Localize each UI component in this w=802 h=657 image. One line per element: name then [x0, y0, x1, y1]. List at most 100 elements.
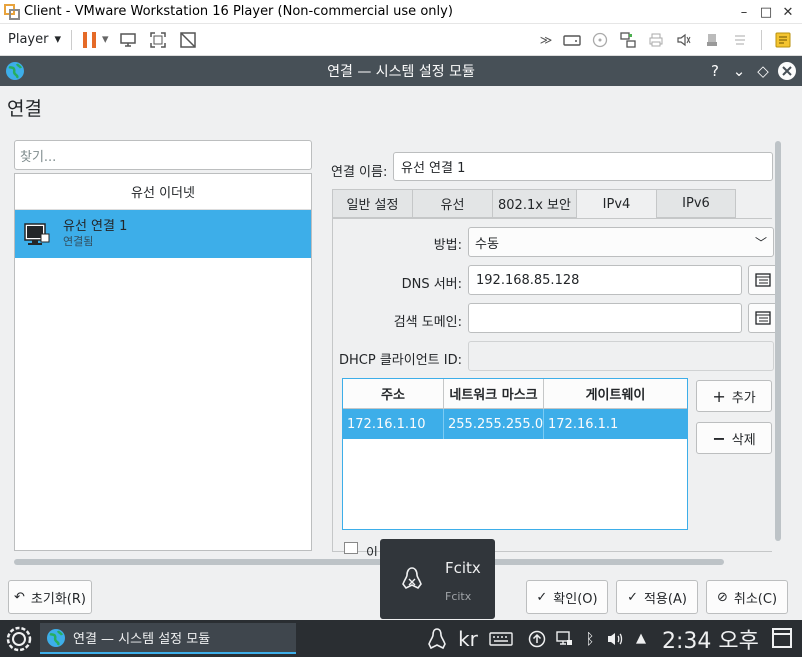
- tab-ipv6[interactable]: IPv6: [656, 189, 736, 218]
- gateway-cell[interactable]: 172.16.1.1: [544, 409, 687, 439]
- search-domains-field[interactable]: [468, 303, 742, 333]
- taskbar: 연결 — 시스템 설정 모듈 kr ᛒ ▲ 2:34 오후: [0, 620, 802, 657]
- close-icon[interactable]: [775, 56, 799, 86]
- column-header-netmask[interactable]: 네트워크 마스크: [444, 379, 544, 408]
- netmask-cell[interactable]: 255.255.255.0: [444, 409, 544, 439]
- apply-button[interactable]: ✓ 적용(A): [616, 580, 698, 614]
- edit-search-domains-button[interactable]: [748, 303, 778, 333]
- dns-server-label: DNS 서버:: [401, 277, 462, 292]
- edit-dns-list-button[interactable]: [748, 265, 778, 295]
- vmware-toolbar: Player ▾ ▾ ≫: [0, 24, 802, 56]
- chevron-down-icon: ▾: [54, 32, 61, 47]
- update-icon[interactable]: [525, 620, 549, 657]
- list-edit-icon: [755, 273, 771, 287]
- tab-8021x-security[interactable]: 802.1x 보안: [492, 189, 576, 218]
- application-launcher-icon[interactable]: [4, 624, 34, 654]
- fcitx-subtitle: Fcitx: [445, 590, 472, 603]
- toolbar-divider: [761, 29, 762, 50]
- connection-search-input[interactable]: 찾기...: [14, 140, 312, 170]
- method-select[interactable]: 수동 ﹀: [468, 227, 774, 257]
- send-ctrl-alt-del-icon[interactable]: [117, 29, 139, 51]
- method-value: 수동: [475, 236, 499, 252]
- printer-icon[interactable]: [645, 29, 667, 51]
- close-icon[interactable]: ✕: [774, 0, 802, 24]
- bluetooth-icon[interactable]: ᛒ: [580, 620, 600, 657]
- list-edit-icon: [755, 311, 771, 325]
- add-address-button[interactable]: + 추가: [696, 380, 772, 412]
- cancel-icon: ⊘: [716, 589, 728, 605]
- add-button-label: 추가: [731, 390, 756, 406]
- horizontal-scrollbar[interactable]: [14, 559, 724, 565]
- taskbar-task-system-settings[interactable]: 연결 — 시스템 설정 모듈: [40, 623, 296, 654]
- search-domains-label: 검색 도메인:: [393, 315, 462, 330]
- connection-list-item[interactable]: 유선 연결 1 연결됨: [15, 210, 311, 258]
- connection-status: 연결됨: [63, 235, 94, 248]
- connection-name-label: 연결 이름:: [331, 165, 388, 180]
- tab-wired[interactable]: 유선: [412, 189, 492, 218]
- dhcp-client-id-label: DHCP 클라이언트 ID:: [339, 353, 462, 368]
- chevron-down-icon: ﹀: [754, 235, 767, 250]
- usb-device-icon[interactable]: [701, 29, 723, 51]
- unity-mode-icon[interactable]: [177, 29, 199, 51]
- vertical-scrollbar[interactable]: [775, 141, 781, 541]
- reset-button-label: 초기화(R): [30, 591, 86, 607]
- fcitx-penguin-icon: [402, 567, 422, 590]
- network-icon[interactable]: [552, 620, 576, 657]
- player-menu[interactable]: Player ▾: [8, 32, 61, 47]
- address-cell[interactable]: 172.16.1.10: [343, 409, 444, 439]
- network-adapter-icon[interactable]: [617, 29, 639, 51]
- minus-icon: −: [712, 428, 726, 448]
- table-row[interactable]: 172.16.1.10 255.255.255.0 172.16.1.1: [343, 409, 687, 439]
- double-chevron-right-icon[interactable]: ≫: [535, 29, 557, 51]
- player-menu-label: Player: [8, 32, 49, 47]
- column-header-address[interactable]: 주소: [343, 379, 444, 408]
- dhcp-client-id-field[interactable]: [468, 341, 774, 371]
- wired-network-icon: [24, 223, 50, 245]
- message-log-icon[interactable]: [772, 29, 794, 51]
- dns-server-field[interactable]: 192.168.85.128: [468, 265, 742, 295]
- check-icon: ✓: [536, 589, 548, 605]
- system-settings-title-bar: 연결 — 시스템 설정 모듈 ? ⌄ ◇: [0, 56, 802, 86]
- globe-icon: [47, 628, 65, 647]
- partial-checkbox[interactable]: [344, 542, 358, 554]
- fcitx-tray-icon[interactable]: [425, 620, 449, 657]
- help-icon[interactable]: ?: [703, 56, 727, 86]
- settings-tab-bar: 일반 설정 유선 802.1x 보안 IPv4 IPv6: [332, 189, 736, 219]
- vmware-logo-icon: [4, 3, 20, 20]
- tab-ipv4[interactable]: IPv4: [576, 189, 656, 219]
- vmware-title-bar: Client - VMware Workstation 16 Player (N…: [0, 0, 802, 24]
- plus-icon: +: [712, 386, 726, 406]
- maximize-icon[interactable]: ◇: [751, 56, 775, 86]
- page-title: 연결: [7, 98, 42, 120]
- cancel-button[interactable]: ⊘ 취소(C): [706, 580, 788, 614]
- tab-general[interactable]: 일반 설정: [332, 189, 412, 218]
- power-options-chevron-icon[interactable]: ▾: [102, 32, 109, 47]
- ok-button-label: 확인(O): [553, 591, 598, 607]
- clock[interactable]: 2:34 오후: [662, 623, 759, 655]
- pause-icon[interactable]: [82, 31, 98, 49]
- toolbar-divider: [71, 29, 72, 50]
- hard-disk-icon[interactable]: [561, 29, 583, 51]
- check-icon: ✓: [627, 589, 638, 605]
- minimize-icon[interactable]: ⌄: [727, 56, 751, 86]
- cd-dvd-icon[interactable]: [589, 29, 611, 51]
- remove-address-button[interactable]: − 삭제: [696, 422, 772, 454]
- undo-icon: ↶: [14, 589, 25, 605]
- connection-name-field[interactable]: 유선 연결 1: [393, 152, 773, 181]
- input-method-indicator[interactable]: kr: [455, 620, 481, 657]
- vmware-window-title: Client - VMware Workstation 16 Player (N…: [24, 4, 453, 19]
- addresses-table: 주소 네트워크 마스크 게이트웨이 172.16.1.10 255.255.25…: [342, 378, 688, 530]
- globe-icon: [6, 62, 24, 80]
- show-hidden-icons-icon[interactable]: ▲: [630, 620, 652, 657]
- apply-button-label: 적용(A): [643, 591, 687, 607]
- reset-button[interactable]: ↶ 초기화(R): [8, 580, 92, 614]
- ok-button[interactable]: ✓ 확인(O): [526, 580, 608, 614]
- fullscreen-icon[interactable]: [147, 29, 169, 51]
- show-desktop-icon[interactable]: [770, 626, 794, 650]
- volume-icon[interactable]: [603, 620, 627, 657]
- display-icon[interactable]: [729, 29, 751, 51]
- sound-card-icon[interactable]: [673, 29, 695, 51]
- keyboard-icon[interactable]: [487, 620, 515, 657]
- column-header-gateway[interactable]: 게이트웨이: [544, 379, 687, 408]
- fcitx-popup: Fcitx Fcitx: [380, 539, 495, 619]
